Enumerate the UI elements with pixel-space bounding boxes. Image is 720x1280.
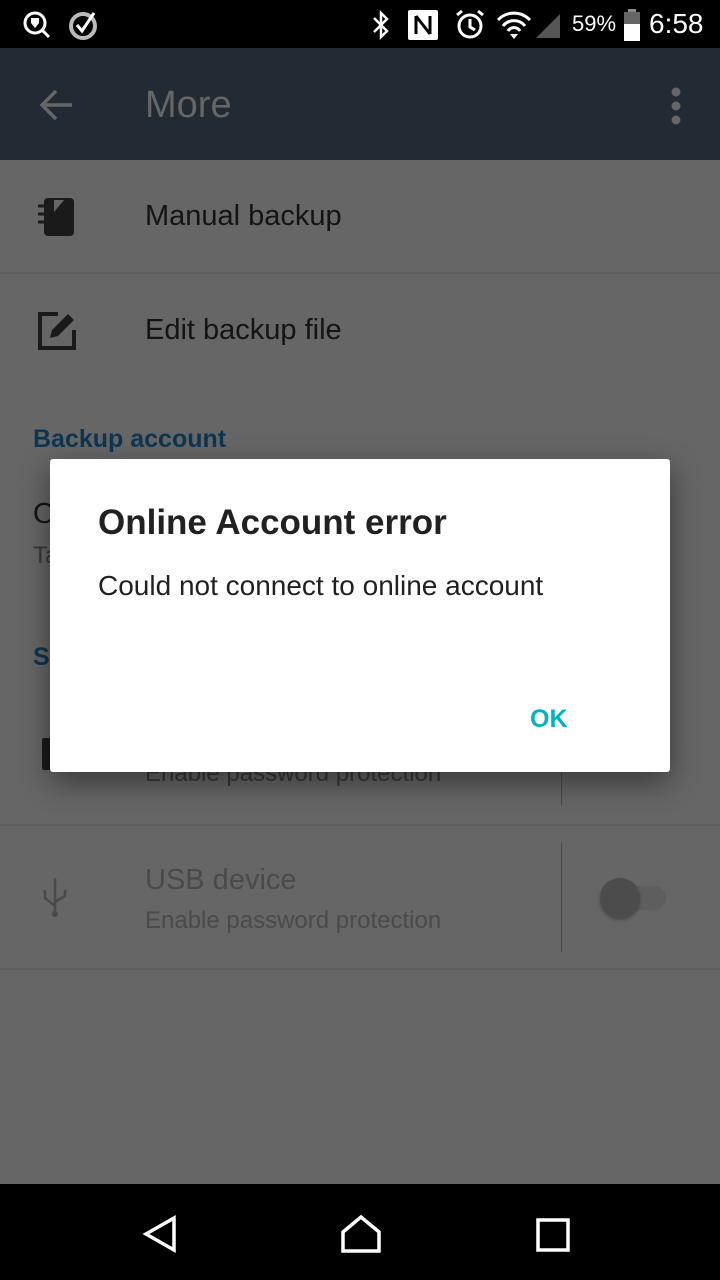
battery-icon	[624, 9, 640, 41]
bluetooth-icon	[373, 10, 389, 40]
battery-percent: 59%	[572, 11, 617, 36]
manual-backup-row[interactable]: Manual backup	[0, 160, 720, 272]
divider-vertical	[561, 842, 562, 952]
edit-backup-file-label: Edit backup file	[145, 314, 342, 346]
backup-account-header: Backup account	[33, 425, 227, 453]
wifi-icon	[496, 11, 532, 39]
usb-toggle[interactable]	[600, 878, 666, 918]
ok-button[interactable]: OK	[520, 701, 578, 738]
status-bar: 59% 6:58	[0, 0, 720, 48]
security-header: S	[33, 643, 50, 671]
divider	[0, 968, 720, 970]
usb-device-label: USB device	[145, 864, 297, 896]
toggle-thumb	[600, 878, 640, 918]
more-vert-icon[interactable]	[666, 86, 686, 126]
manual-backup-label: Manual backup	[145, 200, 342, 232]
error-dialog: Online Account error Could not connect t…	[50, 459, 670, 772]
nfc-icon	[408, 10, 438, 40]
alarm-icon	[456, 9, 484, 39]
edit-icon	[38, 312, 76, 350]
arrow-left-icon[interactable]	[38, 88, 74, 122]
phone-backup-icon	[38, 198, 74, 236]
back-icon[interactable]	[140, 1214, 180, 1254]
clock: 6:58	[649, 8, 704, 39]
check-circle-icon	[69, 12, 97, 40]
search-shield-icon	[23, 11, 51, 39]
navigation-bar	[0, 1184, 720, 1280]
home-icon[interactable]	[340, 1214, 382, 1254]
toolbar: More	[0, 48, 720, 160]
usb-icon	[43, 878, 67, 917]
dialog-title: Online Account error	[98, 503, 447, 542]
recents-icon[interactable]	[536, 1218, 570, 1252]
usb-device-row[interactable]: USB device Enable password protection	[0, 826, 720, 968]
usb-device-subtitle: Enable password protection	[145, 907, 442, 934]
page-title: More	[145, 84, 232, 126]
dialog-message: Could not connect to online account	[98, 570, 544, 601]
signal-icon	[536, 14, 560, 38]
edit-backup-file-row[interactable]: Edit backup file	[0, 274, 720, 386]
